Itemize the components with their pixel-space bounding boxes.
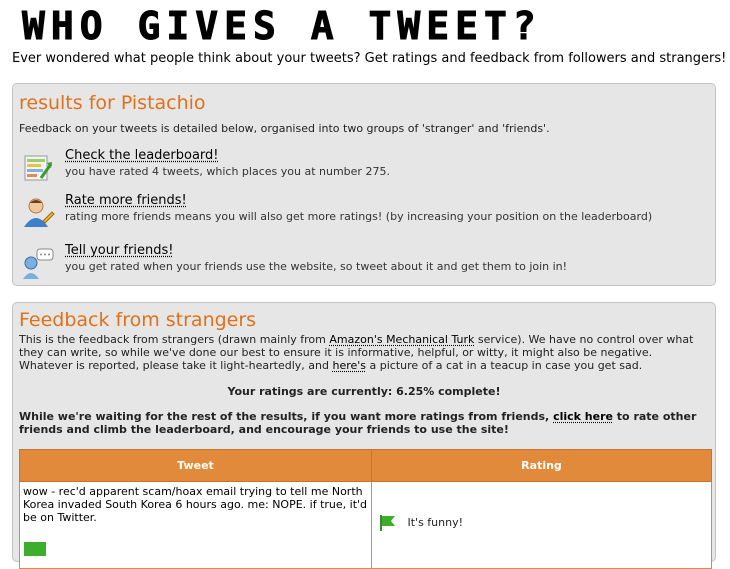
green-flag-icon <box>24 542 46 556</box>
feedback-table: Tweet Rating wow - rec'd apparent scam/h… <box>19 449 712 569</box>
leaderboard-desc: you have rated 4 tweets, which places yo… <box>65 165 390 178</box>
results-intro: Feedback on your tweets is detailed belo… <box>19 122 550 135</box>
results-panel: results for Pistachio Feedback on your t… <box>12 83 716 286</box>
feedback-panel: Feedback from strangers This is the feed… <box>12 302 716 562</box>
click-here-link[interactable]: click here <box>553 410 613 423</box>
site-title: WHO GIVES A TWEET? <box>22 6 542 46</box>
feedback-heading: Feedback from strangers <box>19 309 256 331</box>
rate-friends-link[interactable]: Rate more friends! <box>65 193 187 208</box>
table-header-row: Tweet Rating <box>20 450 712 482</box>
leaderboard-item: Check the leaderboard! you have rated 4 … <box>19 148 699 184</box>
leaderboard-icon <box>21 150 55 184</box>
rate-friends-desc: rating more friends means you will also … <box>65 210 652 223</box>
tweet-cell: wow - rec'd apparent scam/hoax email try… <box>20 482 372 569</box>
more-ratings-text: While we're waiting for the rest of the … <box>19 410 709 436</box>
tell-friends-icon <box>21 245 55 279</box>
feedback-intro-text: This is the feedback from strangers (dra… <box>19 333 329 346</box>
cat-picture-link[interactable]: here's <box>332 359 366 372</box>
tweet-column-header: Tweet <box>20 450 372 482</box>
rating-label: It's funny! <box>408 516 464 529</box>
tweet-text: wow - rec'd apparent scam/hoax email try… <box>23 485 368 524</box>
tell-friends-link[interactable]: Tell your friends! <box>65 243 173 258</box>
tell-friends-item: Tell your friends! you get rated when yo… <box>19 243 699 279</box>
feedback-intro: This is the feedback from strangers (dra… <box>19 333 709 372</box>
rating-cell: It's funny! <box>372 482 712 569</box>
leaderboard-link[interactable]: Check the leaderboard! <box>65 148 219 163</box>
feedback-intro-text-3: a picture of a cat in a teacup in case y… <box>366 359 642 372</box>
rating-entry: It's funny! <box>378 514 463 532</box>
tell-friends-desc: you get rated when your friends use the … <box>65 260 567 273</box>
mechanical-turk-link[interactable]: Amazon's Mechanical Turk <box>329 333 474 346</box>
ratings-progress: Your ratings are currently: 6.25% comple… <box>19 385 709 398</box>
rate-friends-icon <box>21 195 55 229</box>
green-flag-icon <box>378 514 396 532</box>
more-ratings-text-1: While we're waiting for the rest of the … <box>19 410 553 423</box>
rate-friends-item: Rate more friends! rating more friends m… <box>19 193 699 229</box>
site-tagline: Ever wondered what people think about yo… <box>12 51 726 66</box>
table-row: wow - rec'd apparent scam/hoax email try… <box>20 482 712 569</box>
results-heading: results for Pistachio <box>19 92 206 114</box>
rating-column-header: Rating <box>372 450 712 482</box>
